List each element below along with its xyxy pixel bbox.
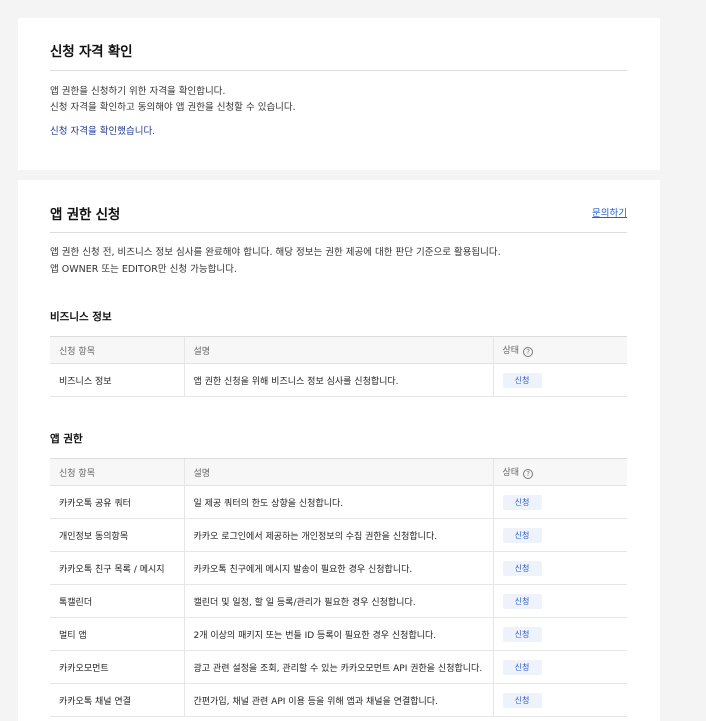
row-status: 신청	[492, 584, 627, 618]
table-row: 비즈니스 정보 앱 권한 신청을 위해 비즈니스 정보 심사를 신청합니다. 신청	[50, 363, 627, 397]
info-circle-icon[interactable]: ?	[523, 469, 534, 479]
row-description: 광고 관련 설정을 조회, 관리할 수 있는 카카오모먼트 API 권한을 신청…	[183, 650, 493, 684]
eligibility-status-text: 신청 자격을 확인했습니다.	[50, 126, 156, 137]
table-header-row: 신청 항목 설명 상태?	[50, 336, 627, 364]
table-header-row: 신청 항목 설명 상태?	[50, 458, 627, 486]
column-header-status: 상태?	[492, 458, 627, 486]
eligibility-header: 신청 자격 확인	[50, 38, 627, 71]
apply-button[interactable]: 신청	[502, 372, 542, 388]
apply-button[interactable]: 신청	[502, 560, 542, 576]
apply-button[interactable]: 신청	[502, 659, 542, 675]
row-status: 신청	[492, 485, 627, 519]
row-item: 카카오톡 공유 쿼터	[50, 485, 184, 519]
row-description: 앱 권한 신청을 위해 비즈니스 정보 심사를 신청합니다.	[183, 363, 493, 397]
column-header-status-label: 상태	[502, 468, 520, 478]
permission-card: 앱 권한 신청 문의하기 앱 권한 신청 전, 비즈니스 정보 심사를 완료해야…	[18, 180, 660, 721]
column-header-status-label: 상태	[502, 346, 520, 356]
row-description: 2개 이상의 패키지 또는 번들 ID 등록이 필요한 경우 신청합니다.	[183, 617, 493, 651]
row-item: 카카오톡 채널 연결	[50, 683, 184, 717]
info-circle-icon[interactable]: ?	[523, 347, 534, 357]
row-status: 신청	[492, 617, 627, 651]
apply-button[interactable]: 신청	[502, 593, 542, 609]
business-table: 신청 항목 설명 상태? 비즈니스 정보 앱 권한 신청을 위해 비즈니스 정보 …	[50, 336, 627, 397]
row-description: 캘린더 및 일정, 할 일 등록/관리가 필요한 경우 신청합니다.	[183, 584, 493, 618]
permission-desc-line1: 앱 권한 신청 전, 비즈니스 정보 심사를 완료해야 합니다. 해당 정보는 …	[50, 247, 501, 258]
apply-button[interactable]: 신청	[502, 692, 542, 708]
row-description: 카카오톡 친구에게 메시지 발송이 필요한 경우 신청합니다.	[183, 551, 493, 585]
app-permission-section-title: 앱 권한	[50, 433, 83, 445]
column-header-description: 설명	[183, 336, 493, 364]
column-header-item: 신청 항목	[50, 458, 184, 486]
permission-title: 앱 권한 신청	[50, 207, 121, 223]
app-permission-table-body: 카카오톡 공유 쿼터 일 제공 쿼터의 한도 상향을 신청합니다. 신청 개인정보 동…	[50, 485, 627, 717]
eligibility-desc-line1: 앱 권한을 신청하기 위한 자격을 확인합니다.	[50, 86, 226, 97]
row-item: 비즈니스 정보	[50, 363, 184, 397]
permission-header: 앱 권한 신청 문의하기	[50, 202, 627, 233]
row-status: 신청	[492, 363, 627, 397]
row-status: 신청	[492, 551, 627, 585]
business-section-title: 비즈니스 정보	[50, 311, 112, 323]
contact-link[interactable]: 문의하기	[592, 205, 627, 219]
row-description: 간편가입, 채널 관련 API 이용 등을 위해 앱과 채널을 연결합니다.	[183, 683, 493, 717]
row-item: 멀티 앱	[50, 617, 184, 651]
row-item: 카카오모먼트	[50, 650, 184, 684]
row-item: 카카오톡 친구 목록 / 메시지	[50, 551, 184, 585]
row-status: 신청	[492, 518, 627, 552]
table-row: 개인정보 동의항목 카카오 로그인에서 제공하는 개인정보의 수집 권한을 신청합…	[50, 518, 627, 552]
table-row: 카카오모먼트 광고 관련 설정을 조회, 관리할 수 있는 카카오모먼트 API …	[50, 650, 627, 684]
apply-button[interactable]: 신청	[502, 527, 542, 543]
eligibility-card: 신청 자격 확인 앱 권한을 신청하기 위한 자격을 확인합니다. 신청 자격을…	[18, 18, 660, 170]
row-description: 일 제공 쿼터의 한도 상향을 신청합니다.	[183, 485, 493, 519]
table-row: 카카오톡 공유 쿼터 일 제공 쿼터의 한도 상향을 신청합니다. 신청	[50, 485, 627, 519]
app-permission-table: 신청 항목 설명 상태? 카카오톡 공유 쿼터 일 제공 쿼터의 한도 상향을 신…	[50, 458, 627, 717]
row-status: 신청	[492, 650, 627, 684]
row-status: 신청	[492, 683, 627, 717]
eligibility-desc-line2: 신청 자격을 확인하고 동의해야 앱 권한을 신청할 수 있습니다.	[50, 102, 296, 113]
table-row: 톡캘린더 캘린더 및 일정, 할 일 등록/관리가 필요한 경우 신청합니다. 신청	[50, 584, 627, 618]
business-table-body: 비즈니스 정보 앱 권한 신청을 위해 비즈니스 정보 심사를 신청합니다. 신청	[50, 363, 627, 397]
table-row: 멀티 앱 2개 이상의 패키지 또는 번들 ID 등록이 필요한 경우 신청합니다…	[50, 617, 627, 651]
eligibility-title: 신청 자격 확인	[50, 44, 133, 60]
row-description: 카카오 로그인에서 제공하는 개인정보의 수집 권한을 신청합니다.	[183, 518, 493, 552]
column-header-item: 신청 항목	[50, 336, 184, 364]
column-header-description: 설명	[183, 458, 493, 486]
table-row: 카카오톡 채널 연결 간편가입, 채널 관련 API 이용 등을 위해 앱과 채널…	[50, 683, 627, 717]
apply-button[interactable]: 신청	[502, 626, 542, 642]
permission-desc-line2: 앱 OWNER 또는 EDITOR만 신청 가능합니다.	[50, 264, 237, 275]
row-item: 개인정보 동의항목	[50, 518, 184, 552]
column-header-status: 상태?	[492, 336, 627, 364]
row-item: 톡캘린더	[50, 584, 184, 618]
apply-button[interactable]: 신청	[502, 494, 542, 510]
table-row: 카카오톡 친구 목록 / 메시지 카카오톡 친구에게 메시지 발송이 필요한 경우…	[50, 551, 627, 585]
